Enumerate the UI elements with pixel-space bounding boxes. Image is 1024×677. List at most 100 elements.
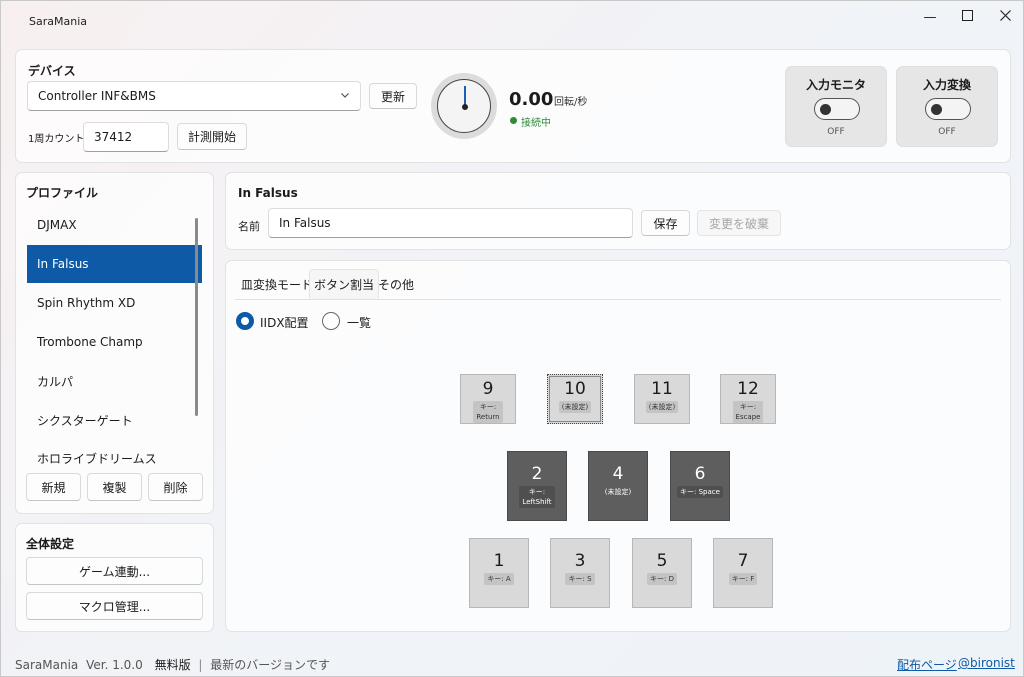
key-number: 11 [651,379,673,399]
dial-face [437,79,491,133]
input-convert-card: 入力変換 OFF [896,66,998,147]
device-select-value: Controller INF&BMS [38,89,156,103]
key-binding: キー: S [565,573,595,585]
key-2[interactable]: 2 キー: LeftShift [507,451,567,521]
close-button[interactable] [986,1,1023,29]
measure-start-button[interactable]: 計測開始 [177,123,247,150]
footer-version: Ver. 1.0.0 [86,658,143,672]
mapping-panel [225,260,1011,632]
maximize-button[interactable] [948,1,986,29]
key-binding: キー: F [728,573,758,585]
key-number: 6 [694,464,706,484]
input-monitor-state: OFF [827,127,845,137]
key-number: 7 [737,551,749,571]
profile-item[interactable]: DJMAX [27,206,202,244]
rotation-dial [431,73,497,139]
profile-editor-title: In Falsus [238,186,298,200]
key-4[interactable]: 4 (未設定) [588,451,648,521]
key-number: 10 [564,379,586,399]
new-profile-button[interactable]: 新規 [26,473,81,501]
key-7[interactable]: 7 キー: F [713,538,773,608]
footer-status: SaraMania Ver. 1.0.0 無料版 | 最新のバージョンです [15,656,330,673]
profile-name-label: 名前 [238,220,260,233]
connection-status-dot [510,117,517,124]
input-convert-state: OFF [938,127,956,137]
profile-item[interactable]: Trombone Champ [27,323,202,361]
rotation-speed-value: 0.00 [509,89,554,110]
key-binding: (未設定) [558,401,592,413]
key-binding: (未設定) [604,488,632,496]
app-window: SaraMania — デバイス Controller INF&BMS 更新 1… [0,0,1024,677]
discard-changes-button[interactable]: 変更を破棄 [697,210,781,236]
delete-profile-button[interactable]: 削除 [148,473,203,501]
toggle-knob [820,104,831,115]
key-binding: キー: LeftShift [519,486,555,508]
rotation-speed-unit: 回転/秒 [554,97,588,108]
profile-item[interactable]: Spin Rhythm XD [27,284,202,322]
chevron-down-icon [341,93,349,98]
copy-profile-button[interactable]: 複製 [87,473,142,501]
key-number: 9 [482,379,494,399]
key-binding: キー: A [484,573,514,585]
key-12[interactable]: 12 キー: Escape [720,374,776,424]
device-heading: デバイス [28,64,76,78]
tab-button-assign[interactable]: ボタン割当 [309,269,380,299]
connection-status-text: 接続中 [521,118,551,129]
profile-item[interactable]: ホロライブドリームス [27,439,202,477]
input-convert-title: 入力変換 [922,78,971,92]
profile-item-selected[interactable]: In Falsus [27,245,202,283]
count-input[interactable]: 37412 [83,122,169,152]
global-settings-heading: 全体設定 [26,537,75,551]
key-binding: (未設定) [645,401,679,413]
dial-center [462,104,468,110]
footer-update-status: 最新のバージョンです [210,658,331,672]
window-title: SaraMania [29,15,87,28]
profile-list-scrollbar[interactable] [195,218,198,416]
minimize-icon: — [923,9,937,25]
profile-item[interactable]: カルパ [27,362,202,400]
minimize-button[interactable]: — [911,3,949,31]
title-bar: SaraMania — [1,1,1023,41]
refresh-button[interactable]: 更新 [369,83,417,109]
maximize-icon [961,9,973,21]
key-9[interactable]: 9 キー: Return [460,374,516,424]
key-5[interactable]: 5 キー: D [632,538,692,608]
author-link[interactable]: @bironist [958,656,1015,670]
profile-heading: プロファイル [26,186,99,200]
game-link-button[interactable]: ゲーム連動... [26,557,203,585]
key-binding: キー: D [647,573,677,585]
input-monitor-title: 入力モニタ [805,78,866,92]
count-label: 1周カウント [28,134,85,145]
distribution-page-link[interactable]: 配布ページ [897,656,957,673]
input-convert-toggle[interactable] [925,98,971,120]
profile-name-input[interactable]: In Falsus [268,208,633,238]
key-binding: キー: Space [677,486,723,498]
macro-manage-button[interactable]: マクロ管理... [26,592,203,620]
profile-item[interactable]: シクスターゲート [27,401,202,439]
tab-other[interactable]: その他 [374,269,418,299]
key-number: 3 [574,551,586,571]
input-monitor-toggle[interactable] [814,98,860,120]
footer-edition: 無料版 [154,658,191,672]
key-6[interactable]: 6 キー: Space [670,451,730,521]
key-number: 12 [737,379,759,399]
tab-turntable-mode[interactable]: 皿変換モード [237,269,317,299]
save-button[interactable]: 保存 [641,210,690,236]
radio-list-layout[interactable] [322,312,340,330]
key-1[interactable]: 1 キー: A [469,538,529,608]
key-11[interactable]: 11 (未設定) [634,374,690,424]
tab-divider [235,299,1001,300]
footer-app-name: SaraMania [15,658,79,672]
radio-list-label: 一覧 [347,316,372,330]
footer-separator: | [198,658,203,672]
close-icon [999,9,1011,21]
radio-iidx-label: IIDX配置 [260,316,309,330]
key-10[interactable]: 10 (未設定) [547,374,603,424]
key-number: 2 [531,464,543,484]
key-3[interactable]: 3 キー: S [550,538,610,608]
key-number: 5 [656,551,668,571]
radio-iidx-layout[interactable] [236,312,254,330]
device-select[interactable]: Controller INF&BMS [27,81,361,111]
key-number: 1 [493,551,505,571]
toggle-knob [931,104,942,115]
